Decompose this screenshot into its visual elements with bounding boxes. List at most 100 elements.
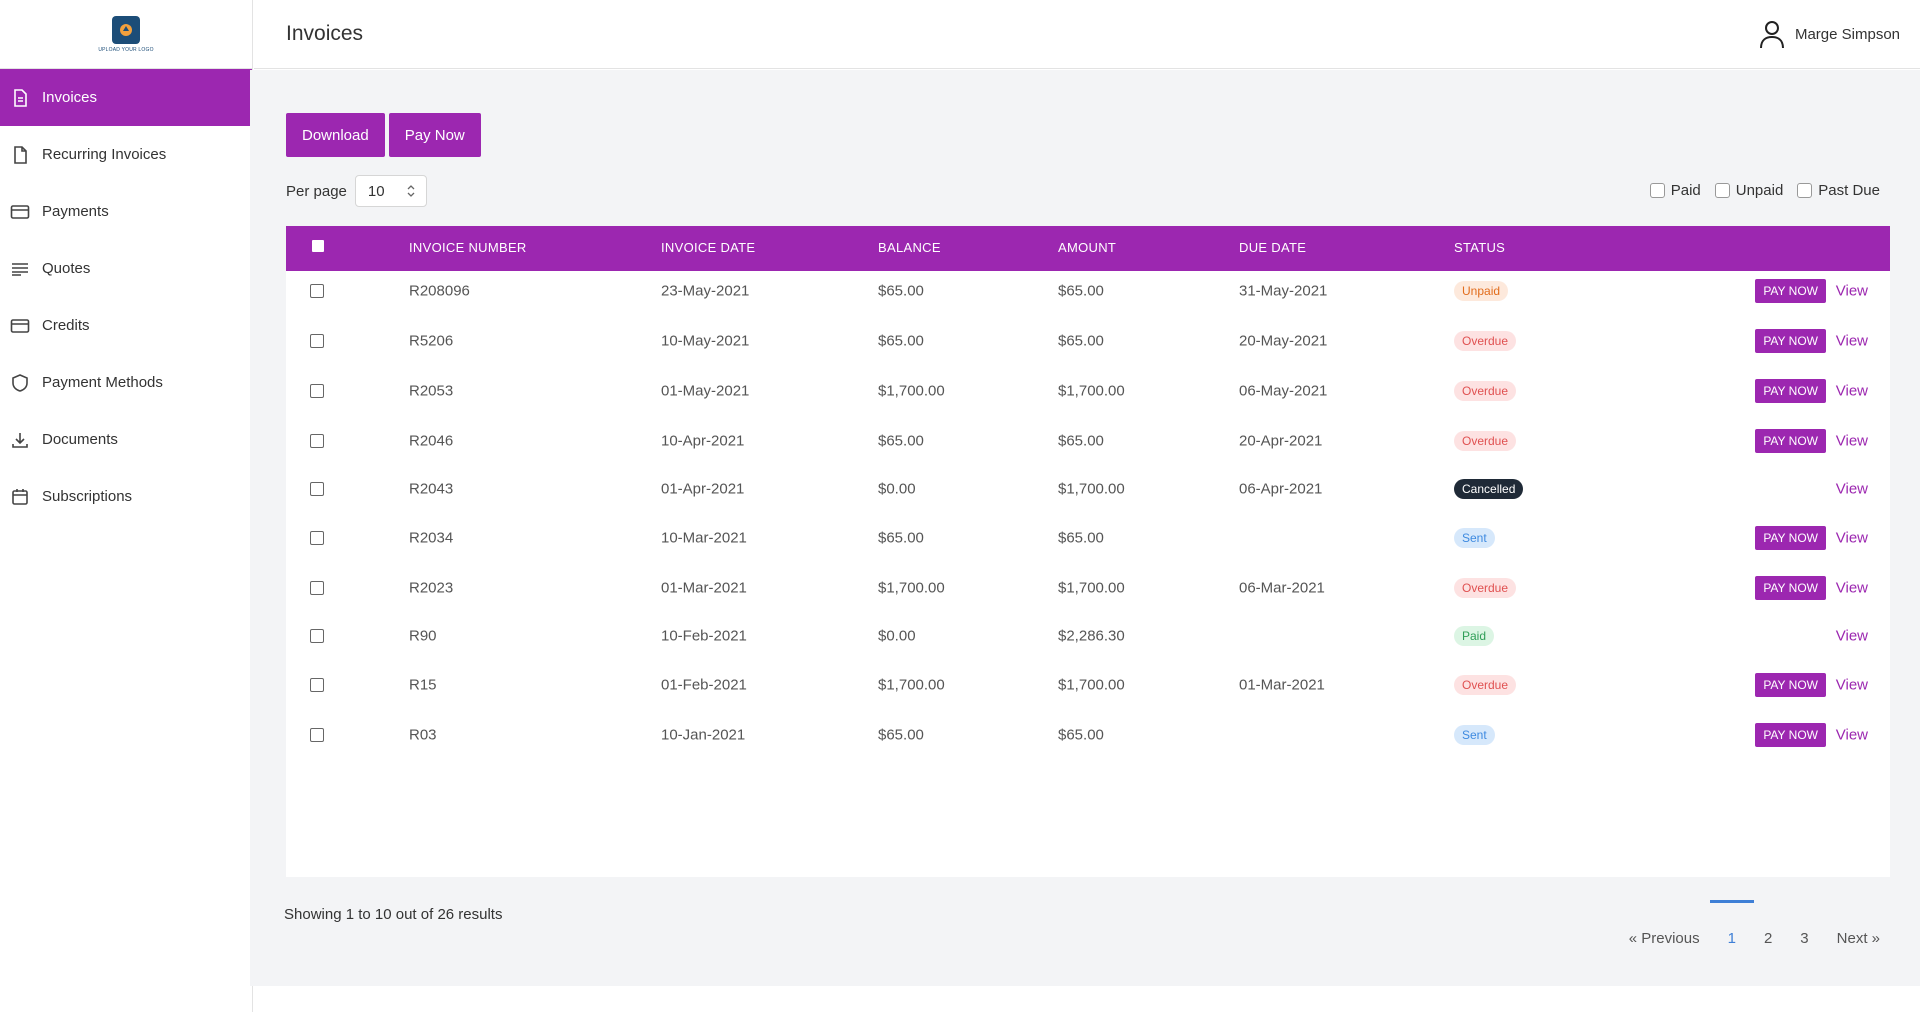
pagination-page-1[interactable]: 1 — [1708, 900, 1756, 947]
invoice-amount: $1,700.00 — [1058, 676, 1125, 694]
row-checkbox[interactable] — [310, 334, 324, 348]
sidebar-item-label: Recurring Invoices — [42, 146, 167, 163]
status-badge: Overdue — [1454, 675, 1517, 695]
shield-icon — [10, 373, 30, 393]
sidebar-item-label: Quotes — [42, 260, 91, 277]
pagination-next[interactable]: Next » — [1837, 930, 1880, 947]
sidebar-item-documents[interactable]: Documents — [0, 411, 252, 468]
header-status[interactable]: STATUS — [1454, 240, 1505, 255]
logo[interactable]: UPLOAD YOUR LOGO — [98, 15, 153, 53]
pagination-previous[interactable]: « Previous — [1629, 930, 1700, 947]
row-pay-now-button[interactable]: PAY NOW — [1755, 723, 1826, 747]
user-icon — [1759, 21, 1784, 49]
row-pay-now-button[interactable]: PAY NOW — [1755, 329, 1826, 353]
invoices-table: INVOICE NUMBER INVOICE DATE BALANCE AMOU… — [286, 226, 1890, 877]
select-all-checkbox[interactable] — [312, 240, 324, 252]
row-view-link[interactable]: View — [1836, 628, 1868, 645]
results-summary: Showing 1 to 10 out of 26 results — [284, 906, 503, 923]
invoice-amount: $65.00 — [1058, 726, 1104, 744]
sidebar-item-label: Invoices — [42, 89, 98, 106]
row-pay-now-button[interactable]: PAY NOW — [1755, 379, 1826, 403]
status-badge-text: Overdue — [1454, 675, 1517, 695]
row-view-link[interactable]: View — [1836, 727, 1868, 744]
header-amount[interactable]: AMOUNT — [1058, 240, 1116, 255]
invoice-date: 10-May-2021 — [661, 332, 750, 350]
header-due-date[interactable]: DUE DATE — [1239, 240, 1306, 255]
sidebar-item-label: Payments — [42, 203, 109, 220]
row-checkbox[interactable] — [310, 434, 324, 448]
status-badge-text: Paid — [1454, 626, 1495, 646]
pay-now-button[interactable]: Pay Now — [388, 113, 481, 157]
status-badge-text: Overdue — [1454, 381, 1517, 401]
invoice-balance: $1,700.00 — [878, 676, 945, 694]
invoice-date: 01-Feb-2021 — [661, 676, 747, 694]
file-icon — [10, 145, 30, 165]
row-checkbox[interactable] — [310, 581, 324, 595]
row-pay-now-button[interactable]: PAY NOW — [1755, 279, 1826, 303]
invoice-balance: $65.00 — [878, 332, 924, 350]
invoice-due-date: 20-May-2021 — [1239, 332, 1328, 350]
sidebar-item-quotes[interactable]: Quotes — [0, 240, 252, 297]
invoice-amount: $65.00 — [1058, 529, 1104, 547]
sidebar-item-recurring-invoices[interactable]: Recurring Invoices — [0, 126, 252, 183]
invoice-number: R208096 — [409, 282, 470, 300]
row-view-link[interactable]: View — [1836, 433, 1868, 450]
toolbar: Download Pay Now — [286, 113, 481, 157]
row-view-link[interactable]: View — [1836, 530, 1868, 547]
row-pay-now-button[interactable]: PAY NOW — [1755, 429, 1826, 453]
filter-past-due[interactable]: Past Due — [1797, 182, 1880, 199]
per-page-select[interactable]: 10 — [354, 175, 427, 207]
row-view-link[interactable]: View — [1836, 580, 1868, 597]
invoice-amount: $1,700.00 — [1058, 480, 1125, 498]
filter-paid-label: Paid — [1670, 182, 1701, 199]
invoice-amount: $65.00 — [1058, 432, 1104, 450]
row-pay-now-button[interactable]: PAY NOW — [1755, 576, 1826, 600]
row-view-link[interactable]: View — [1836, 677, 1868, 694]
sidebar-item-payment-methods[interactable]: Payment Methods — [0, 354, 252, 411]
sidebar-item-subscriptions[interactable]: Subscriptions — [0, 468, 252, 525]
invoice-due-date: 06-Apr-2021 — [1239, 480, 1323, 498]
filter-past-due-checkbox[interactable] — [1797, 183, 1813, 198]
per-page-control: Per page 10 — [286, 175, 427, 207]
user-menu[interactable]: Marge Simpson — [1759, 19, 1900, 49]
user-name: Marge Simpson — [1794, 25, 1900, 43]
row-checkbox[interactable] — [310, 728, 324, 742]
invoice-date: 10-Feb-2021 — [661, 627, 747, 645]
filter-paid[interactable]: Paid — [1649, 182, 1701, 199]
header-invoice-number[interactable]: INVOICE NUMBER — [409, 240, 527, 255]
pagination-pages: 12 3 — [1700, 900, 1809, 947]
page-title: Invoices — [286, 22, 364, 45]
document-icon — [10, 88, 30, 108]
row-view-link[interactable]: View — [1836, 383, 1868, 400]
invoice-balance: $65.00 — [878, 432, 924, 450]
pagination-page-3[interactable]: 3 — [1800, 930, 1808, 947]
row-pay-now-button[interactable]: PAY NOW — [1755, 673, 1826, 697]
invoice-number: R15 — [409, 676, 437, 694]
status-badge: Sent — [1454, 528, 1495, 548]
filter-unpaid-checkbox[interactable] — [1714, 183, 1730, 198]
row-checkbox[interactable] — [310, 629, 324, 643]
row-checkbox[interactable] — [310, 284, 324, 298]
row-checkbox[interactable] — [310, 678, 324, 692]
row-view-link[interactable]: View — [1836, 333, 1868, 350]
filter-unpaid[interactable]: Unpaid — [1714, 182, 1783, 199]
sidebar-item-invoices[interactable]: Invoices — [0, 69, 252, 126]
download-button[interactable]: Download — [286, 113, 385, 157]
invoice-date: 01-Mar-2021 — [661, 579, 747, 597]
card-icon — [10, 202, 30, 222]
filter-paid-checkbox[interactable] — [1649, 183, 1665, 198]
sidebar-item-credits[interactable]: Credits — [0, 297, 252, 354]
per-page-value: 10 — [367, 182, 385, 200]
pagination-page-2[interactable]: 2 — [1764, 930, 1772, 947]
row-checkbox[interactable] — [310, 384, 324, 398]
header-balance[interactable]: BALANCE — [878, 240, 941, 255]
row-checkbox[interactable] — [310, 482, 324, 496]
row-view-link[interactable]: View — [1836, 481, 1868, 498]
row-view-link[interactable]: View — [1836, 283, 1868, 300]
invoice-balance: $65.00 — [878, 529, 924, 547]
status-badge: Sent — [1454, 725, 1495, 745]
header-invoice-date[interactable]: INVOICE DATE — [661, 240, 755, 255]
sidebar-item-payments[interactable]: Payments — [0, 183, 252, 240]
row-checkbox[interactable] — [310, 531, 324, 545]
row-pay-now-button[interactable]: PAY NOW — [1755, 526, 1826, 550]
